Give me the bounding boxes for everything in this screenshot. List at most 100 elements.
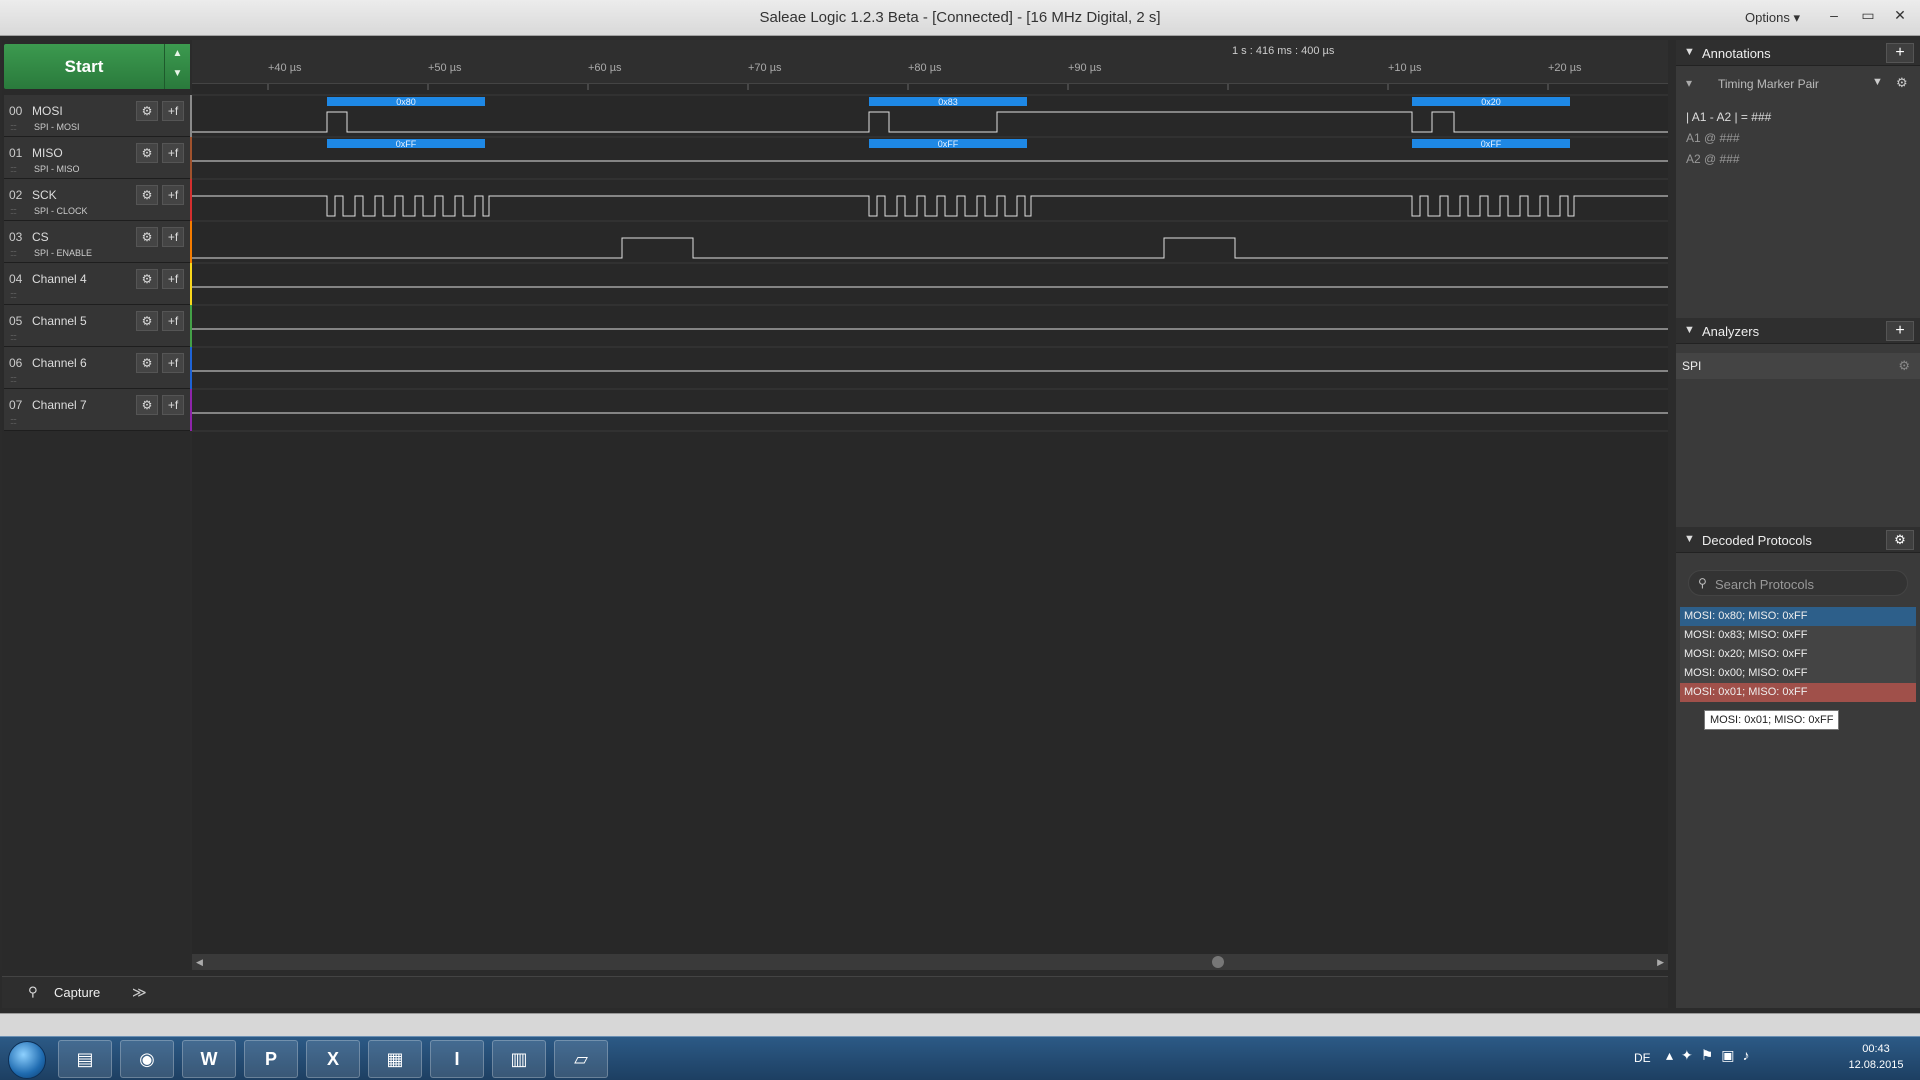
trigger-icon[interactable]: +f: [162, 185, 184, 205]
arrow-down-icon[interactable]: ▼: [165, 64, 190, 84]
gear-icon[interactable]: ⚙: [136, 269, 158, 289]
trigger-icon[interactable]: +f: [162, 311, 184, 331]
channel-row[interactable]: 04 Channel 4:::: ⚙ +f: [4, 263, 194, 305]
drag-handle-icon[interactable]: ::::: [10, 416, 17, 426]
collapse-triangle-icon[interactable]: ▼: [1684, 324, 1695, 336]
gear-icon[interactable]: ⚙: [136, 395, 158, 415]
channel-row[interactable]: 02 SCK SPI - CLOCK:::: ⚙ +f: [4, 179, 194, 221]
waveform-area[interactable]: 1 s : 416 ms : 400 µs +40 µs +50 µs +60 …: [192, 40, 1668, 970]
minimize-button[interactable]: –: [1820, 4, 1848, 26]
analyzer-item-spi[interactable]: SPI ⚙: [1676, 353, 1920, 379]
decoded-protocol-row[interactable]: MOSI: 0x20; MISO: 0xFF: [1680, 645, 1916, 664]
drag-handle-icon[interactable]: ::::: [10, 122, 17, 132]
horizontal-scrollbar[interactable]: ◀ ▶: [192, 954, 1668, 970]
channel-name[interactable]: Channel 6: [32, 356, 87, 370]
analyzers-title: Analyzers: [1702, 324, 1760, 339]
trigger-icon[interactable]: +f: [162, 227, 184, 247]
expand-more-icon[interactable]: ≫: [132, 984, 147, 1001]
gear-icon[interactable]: ⚙: [136, 311, 158, 331]
timing-marker-row[interactable]: ▾ Timing Marker Pair ▼ ⚙: [1676, 70, 1920, 98]
search-placeholder: Search Protocols: [1715, 577, 1814, 592]
channel-row[interactable]: 00 MOSI SPI - MOSI:::: ⚙ +f: [4, 95, 194, 137]
annotations-header[interactable]: ▼ Annotations +: [1676, 40, 1920, 66]
clock[interactable]: 00:43 12.08.2015: [1836, 1041, 1916, 1073]
drag-handle-icon[interactable]: ::::: [10, 332, 17, 342]
drag-handle-icon[interactable]: ::::: [10, 290, 17, 300]
channel-row[interactable]: 07 Channel 7:::: ⚙ +f: [4, 389, 194, 431]
scroll-thumb[interactable]: [1212, 956, 1224, 968]
gear-icon[interactable]: ⚙: [136, 143, 158, 163]
drag-handle-icon[interactable]: ::::: [10, 164, 17, 174]
taskbar-app-excel-icon[interactable]: X: [306, 1040, 360, 1078]
channel-name[interactable]: SCK: [32, 188, 57, 202]
channel-name[interactable]: Channel 4: [32, 272, 87, 286]
channel-name[interactable]: MISO: [32, 146, 63, 160]
dropdown-icon[interactable]: ▼: [1872, 76, 1883, 88]
capture-tab[interactable]: Capture: [54, 985, 100, 1000]
gear-icon[interactable]: ⚙: [136, 101, 158, 121]
taskbar-app-word-icon[interactable]: W: [182, 1040, 236, 1078]
start-options-arrows[interactable]: ▲ ▼: [164, 44, 190, 89]
search-protocols-input[interactable]: ⚲ Search Protocols: [1688, 570, 1908, 596]
restore-button[interactable]: ▭: [1854, 4, 1882, 26]
decoded-protocols-header[interactable]: ▼ Decoded Protocols ⚙: [1676, 527, 1920, 553]
close-button[interactable]: ✕: [1886, 4, 1914, 26]
gear-icon[interactable]: ⚙: [1886, 530, 1914, 550]
channel-name[interactable]: MOSI: [32, 104, 63, 118]
trigger-icon[interactable]: +f: [162, 353, 184, 373]
decoded-protocol-row[interactable]: MOSI: 0x00; MISO: 0xFF: [1680, 664, 1916, 683]
taskbar-app-app-i-icon[interactable]: I: [430, 1040, 484, 1078]
collapse-triangle-icon[interactable]: ▼: [1684, 46, 1695, 58]
options-menu[interactable]: Options ▾: [1745, 10, 1800, 26]
taskbar-app-app-flags-icon[interactable]: ▦: [368, 1040, 422, 1078]
trigger-icon[interactable]: +f: [162, 269, 184, 289]
channel-name[interactable]: Channel 5: [32, 314, 87, 328]
gear-icon[interactable]: ⚙: [1896, 75, 1908, 91]
gear-icon[interactable]: ⚙: [136, 227, 158, 247]
channel-row[interactable]: 05 Channel 5:::: ⚙ +f: [4, 305, 194, 347]
timing-marker-label: Timing Marker Pair: [1718, 77, 1819, 91]
annotation-a1: A1 @ ###: [1686, 131, 1740, 145]
mosi-trace: [192, 111, 1668, 133]
trigger-icon[interactable]: +f: [162, 395, 184, 415]
drag-handle-icon[interactable]: ::::: [10, 248, 17, 258]
add-annotation-button[interactable]: +: [1886, 43, 1914, 63]
decoded-protocol-row[interactable]: MOSI: 0x80; MISO: 0xFF: [1680, 607, 1916, 626]
channel-row[interactable]: 06 Channel 6:::: ⚙ +f: [4, 347, 194, 389]
capture-icon: ⚲: [28, 984, 38, 999]
gear-icon[interactable]: ⚙: [136, 353, 158, 373]
start-button[interactable]: Start: [4, 44, 164, 89]
gear-icon[interactable]: ⚙: [136, 185, 158, 205]
decoded-protocol-row[interactable]: MOSI: 0x01; MISO: 0xFF: [1680, 683, 1916, 702]
arrow-up-icon[interactable]: ▲: [165, 44, 190, 64]
tick-label: +70 µs: [748, 62, 782, 74]
channel-row[interactable]: 01 MISO SPI - MISO:::: ⚙ +f: [4, 137, 194, 179]
channel-row[interactable]: 03 CS SPI - ENABLE:::: ⚙ +f: [4, 221, 194, 263]
time-ruler[interactable]: 1 s : 416 ms : 400 µs +40 µs +50 µs +60 …: [192, 40, 1668, 84]
mosi-decoded-bubble-label: 0x80: [396, 97, 416, 107]
taskbar-app-notepad-icon[interactable]: ▱: [554, 1040, 608, 1078]
clock-date: 12.08.2015: [1848, 1059, 1904, 1071]
scroll-right-icon[interactable]: ▶: [1657, 957, 1664, 968]
drag-handle-icon[interactable]: ::::: [10, 374, 17, 384]
waveform-traces[interactable]: 0x80 0xFF 0x83 0xFF 0x20 0xFF: [192, 84, 1668, 954]
decoded-protocol-row[interactable]: MOSI: 0x83; MISO: 0xFF: [1680, 626, 1916, 645]
gear-icon[interactable]: ⚙: [1898, 358, 1910, 374]
scroll-left-icon[interactable]: ◀: [196, 957, 203, 968]
channel-panel: Start ▲ ▼ 00 MOSI SPI - MOSI:::: ⚙ +f 01 MISO S…: [2, 40, 194, 970]
trigger-icon[interactable]: +f: [162, 101, 184, 121]
taskbar-app-chrome-icon[interactable]: ◉: [120, 1040, 174, 1078]
language-indicator[interactable]: DE: [1634, 1051, 1651, 1065]
taskbar-app-powerpoint-icon[interactable]: P: [244, 1040, 298, 1078]
drag-handle-icon[interactable]: ::::: [10, 206, 17, 216]
taskbar-app-explorer-icon[interactable]: ▤: [58, 1040, 112, 1078]
collapse-triangle-icon[interactable]: ▼: [1684, 533, 1695, 545]
system-tray-icons[interactable]: ▴✦⚑▣♪: [1666, 1047, 1758, 1064]
channel-name[interactable]: Channel 7: [32, 398, 87, 412]
channel-name[interactable]: CS: [32, 230, 49, 244]
windows-start-orb-icon[interactable]: [8, 1041, 46, 1079]
add-analyzer-button[interactable]: +: [1886, 321, 1914, 341]
taskbar-app-saleae-icon[interactable]: ▥: [492, 1040, 546, 1078]
trigger-icon[interactable]: +f: [162, 143, 184, 163]
analyzers-header[interactable]: ▼ Analyzers +: [1676, 318, 1920, 344]
